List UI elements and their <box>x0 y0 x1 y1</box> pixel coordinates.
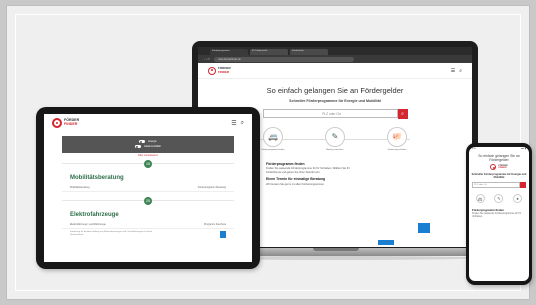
filter-label: Energie <box>148 140 157 143</box>
result-card[interactable]: 15 Mobilitätsberatung Mobilitätsberatung… <box>62 160 234 192</box>
logo-mark-icon <box>52 118 62 128</box>
status-bar: 9:41 ●●● ▮ <box>469 147 529 151</box>
filter-label: Elektromobilität <box>144 145 161 148</box>
section-text: Finden Sie passende Förderprogramme für … <box>266 167 350 174</box>
step-label: Förderprogramm finden <box>261 148 285 151</box>
mobility-toggle[interactable] <box>135 145 142 148</box>
vehicle-icon[interactable]: 🚐 <box>475 194 485 204</box>
logo-mark-icon <box>208 66 216 75</box>
menu-icon[interactable]: ☰ <box>451 68 455 74</box>
document-icon[interactable]: ✎ <box>494 194 504 204</box>
brand-logo[interactable]: FÖRDER FINDER <box>469 164 529 170</box>
card-text: Förderung für die Anschaffung von Elektr… <box>70 231 153 236</box>
search-icon[interactable]: ⌕ <box>459 68 462 74</box>
chat-widget[interactable] <box>418 223 430 233</box>
location-search-input[interactable]: PLZ oder Ort <box>262 109 398 118</box>
step-item[interactable]: 🐖 Förderung erhalten <box>382 126 412 151</box>
program-logo <box>220 231 226 238</box>
browser-address-bar: ‹ › ⟳ www.foerderfinder.de <box>198 55 472 63</box>
site-header: FÖRDER FINDER ☰ ⌕ <box>198 63 472 79</box>
logo-line2: FINDER <box>64 122 78 126</box>
tablet-header: FÖRDER FINDER ☰ ⌕ <box>44 114 252 132</box>
table-row[interactable]: Elektrofahrzeug / Leichtfahrzeuge Progra… <box>62 221 234 229</box>
result-card[interactable]: 25 Elektrofahrzeuge Elektrofahrzeug / Le… <box>62 197 234 239</box>
logo-line2: FINDER <box>498 167 507 169</box>
search-row: PLZ oder Ort <box>472 182 526 189</box>
location-search-input[interactable]: PLZ oder Ort <box>472 182 520 189</box>
phone-screen: 9:41 ●●● ▮ So einfach gelangen Sie an Fö… <box>469 147 529 281</box>
section-text: Finden Sie passende Förderprogramme für … <box>472 212 522 219</box>
filter-row[interactable]: Elektromobilität <box>62 144 234 149</box>
browser-tab-bar: Förderprogramme EV Fördermittel Förderfi… <box>198 47 472 55</box>
browser-tab[interactable]: Förderprogramme <box>210 49 248 55</box>
table-row[interactable]: Mobilitätsberatung Förderprogramm Beratu… <box>62 184 234 192</box>
row-value: Programm Zuschuss <box>203 223 226 226</box>
document-icon: ✎ <box>325 126 345 147</box>
logo-line2: FINDER <box>218 69 230 74</box>
url-field[interactable]: www.foerderfinder.de <box>214 56 355 62</box>
steps-row: 🚐 ✎ ● <box>469 194 529 204</box>
count-badge: 25 <box>144 197 152 205</box>
cta-button[interactable] <box>378 240 394 245</box>
phone-mockup: 9:41 ●●● ▮ So einfach gelangen Sie an Fö… <box>466 143 532 285</box>
search-icon[interactable]: ⌕ <box>241 120 244 127</box>
tablet-screen: FÖRDER FINDER ☰ ⌕ Energie Elektromobilit… <box>44 114 252 262</box>
row-value: Förderprogramm Beratung <box>197 186 226 189</box>
hero-subheadline: Schneller Förderprogramme für Energie un… <box>289 99 381 103</box>
piggy-bank-icon[interactable]: ● <box>513 194 523 204</box>
menu-icon[interactable]: ☰ <box>231 120 236 127</box>
search-button[interactable]: ⌕ <box>397 108 408 119</box>
row-label: Mobilitätsberatung <box>70 186 90 189</box>
step-label: Förderung erhalten <box>387 148 407 151</box>
step-item[interactable]: 🚐 Förderprogramm finden <box>258 126 288 151</box>
piggy-bank-icon: 🐖 <box>387 126 407 147</box>
section2-text: Wir beraten Sie gerne zu allen Förderpro… <box>266 182 325 186</box>
status-time: 9:41 <box>472 148 476 150</box>
section-title: Förderprogramm finden <box>266 161 305 166</box>
step-label: Antrag einreichen <box>326 148 344 151</box>
row-label: Elektrofahrzeug / Leichtfahrzeuge <box>70 223 106 226</box>
tablet-mockup: FÖRDER FINDER ☰ ⌕ Energie Elektromobilit… <box>36 107 260 269</box>
energy-toggle[interactable] <box>139 140 146 143</box>
hero-headline: So einfach gelangen Sie an Fördergelder <box>266 86 404 95</box>
reset-filter-link[interactable]: Filter zurücksetzen <box>44 154 252 157</box>
browser-tab[interactable]: Förderfinder <box>290 49 328 55</box>
phone-subheadline: Schneller Förderprogramme für Energie un… <box>471 173 527 180</box>
phone-headline: So einfach gelangen Sie an Fördergelder <box>478 154 520 162</box>
search-button[interactable] <box>520 182 526 189</box>
laptop-notch <box>313 248 359 251</box>
vehicle-icon: 🚐 <box>263 126 283 147</box>
step-item[interactable]: ✎ Antrag einreichen <box>320 126 350 151</box>
browser-tab[interactable]: EV Fördermittel <box>250 49 288 55</box>
brand-logo[interactable]: FÖRDER FINDER <box>208 66 231 75</box>
signal-icon: ●●● ▮ <box>520 148 526 150</box>
phone-content: Förderprogramm finden Finden Sie passend… <box>469 203 529 219</box>
section2-title: Einen Termin für einmalige Beratung <box>266 177 326 182</box>
nav-arrows-icon[interactable]: ‹ › ⟳ <box>204 57 210 61</box>
logo-mark-icon <box>490 164 497 170</box>
count-badge: 15 <box>144 160 152 168</box>
brand-logo[interactable]: FÖRDER FINDER <box>52 118 79 128</box>
filter-panel: Energie Elektromobilität <box>62 136 234 153</box>
